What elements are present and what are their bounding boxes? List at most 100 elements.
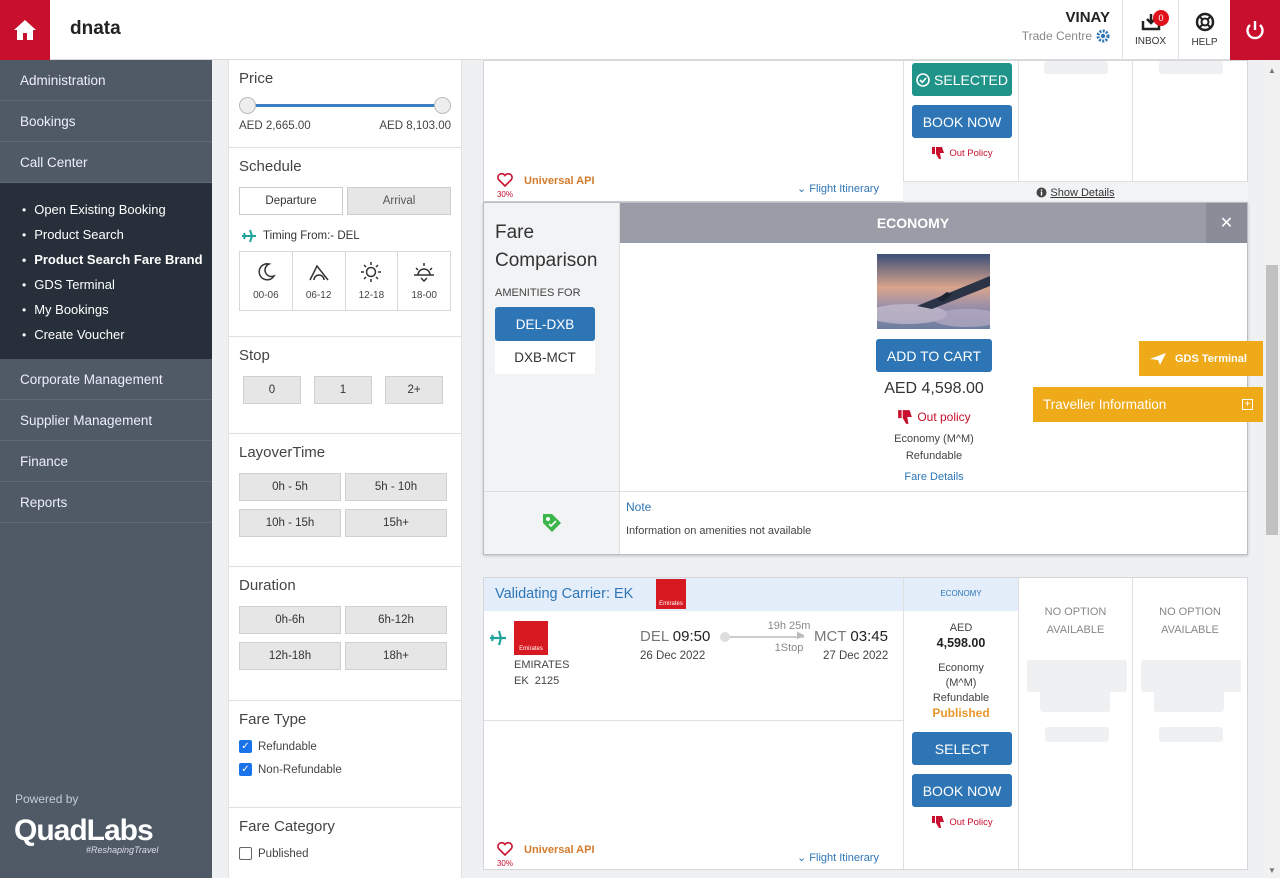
- help-button[interactable]: HELP: [1178, 0, 1230, 60]
- sidebar-item-finance[interactable]: Finance: [0, 441, 212, 482]
- user-menu[interactable]: VINAY Trade Centre: [1022, 9, 1110, 43]
- inbox-button[interactable]: INBOX 0: [1122, 0, 1178, 60]
- flight-itinerary-link[interactable]: ⌄ Flight Itinerary: [797, 182, 879, 195]
- fare-type-non-refundable[interactable]: ✓ Non-Refundable: [239, 763, 451, 776]
- placeholder-block: [1159, 61, 1223, 74]
- placeholder-block: [1141, 660, 1241, 692]
- airline-name: EMIRATES: [514, 659, 570, 671]
- sidebar-item-administration[interactable]: Administration: [0, 60, 212, 101]
- quadlabs-logo: QuadLabs: [14, 814, 154, 847]
- layover-option-10-15[interactable]: 10h - 15h: [239, 509, 341, 537]
- fare-class: Economy (M^M): [894, 433, 974, 445]
- checkbox-checked-icon[interactable]: ✓: [239, 740, 252, 753]
- brand-name: dnata: [70, 18, 121, 39]
- scroll-down-icon[interactable]: ▼: [1268, 866, 1276, 875]
- amenities-for-label: AMENITIES FOR: [495, 287, 581, 299]
- sidebar-item-call-center[interactable]: Call Center: [0, 142, 212, 183]
- info-icon: [1036, 187, 1047, 198]
- inbox-count-badge: 0: [1153, 10, 1169, 26]
- time-slot-12-18[interactable]: 12-18: [346, 252, 399, 310]
- show-details-link[interactable]: Show Details: [903, 181, 1248, 203]
- submenu-create-voucher[interactable]: Create Voucher: [22, 322, 212, 347]
- layover-option-0-5[interactable]: 0h - 5h: [239, 473, 341, 501]
- layover-option-15-plus[interactable]: 15h+: [345, 509, 447, 537]
- logout-button[interactable]: [1230, 0, 1280, 60]
- placeholder-block: [1044, 61, 1108, 74]
- time-slot-00-06[interactable]: 00-06: [240, 252, 293, 310]
- validating-carrier: Validating Carrier: EK: [495, 586, 634, 602]
- flight-itinerary-link[interactable]: ⌄ Flight Itinerary: [797, 851, 879, 864]
- route-tab-dxb-mct[interactable]: DXB-MCT: [495, 341, 595, 374]
- price-slider[interactable]: [239, 97, 451, 114]
- check-circle-icon: [916, 72, 930, 87]
- time-slot-18-00[interactable]: 18-00: [398, 252, 450, 310]
- selected-button[interactable]: SELECTED: [912, 63, 1012, 96]
- arrival-tab[interactable]: Arrival: [347, 187, 451, 215]
- tag-icon: [542, 514, 561, 532]
- departure-tab[interactable]: Departure: [239, 187, 343, 215]
- out-policy-indicator: Out Policy: [912, 146, 1012, 160]
- home-button[interactable]: [0, 0, 50, 60]
- duration-option-6-12[interactable]: 6h-12h: [345, 606, 447, 634]
- duration-option-18-plus[interactable]: 18h+: [345, 642, 447, 670]
- cabin-image: [877, 254, 990, 329]
- sidebar-item-reports[interactable]: Reports: [0, 482, 212, 523]
- note-text: Information on amenities not available: [626, 525, 812, 537]
- add-to-cart-button[interactable]: ADD TO CART: [876, 339, 992, 372]
- submenu-product-search-fare-brand[interactable]: Product Search Fare Brand: [22, 247, 212, 272]
- call-center-submenu: Open Existing Booking Product Search Pro…: [0, 183, 212, 359]
- arrival-date: 27 Dec 2022: [823, 650, 889, 662]
- submenu-product-search[interactable]: Product Search: [22, 222, 212, 247]
- out-policy-indicator: Out Policy: [912, 815, 1012, 829]
- placeholder-block: [1159, 727, 1223, 742]
- heart-icon: [497, 841, 513, 857]
- cabin-header: ECONOMY: [620, 203, 1206, 243]
- airplane-icon: [490, 630, 506, 646]
- stop-option-1[interactable]: 1: [314, 376, 372, 404]
- placeholder-block: [1027, 660, 1127, 692]
- sunrise-icon: [308, 264, 329, 280]
- fare-refund-status: Refundable: [905, 450, 963, 462]
- duration-option-12-18[interactable]: 12h-18h: [239, 642, 341, 670]
- price-filter-title: Price: [239, 70, 274, 87]
- arrival-time: MCT 03:45: [814, 628, 888, 645]
- layover-option-5-10[interactable]: 5h - 10h: [345, 473, 447, 501]
- duration-option-0-6[interactable]: 0h-6h: [239, 606, 341, 634]
- submenu-open-existing-booking[interactable]: Open Existing Booking: [22, 197, 212, 222]
- scroll-up-icon[interactable]: ▲: [1268, 66, 1276, 75]
- scrollbar-thumb[interactable]: [1266, 265, 1278, 535]
- cabin-label: ECONOMY: [940, 589, 982, 598]
- route-tab-del-dxb[interactable]: DEL-DXB: [495, 307, 595, 341]
- price-slider-min-handle[interactable]: [239, 97, 256, 114]
- book-now-button[interactable]: BOOK NOW: [912, 774, 1012, 807]
- price-slider-max-handle[interactable]: [434, 97, 451, 114]
- checkbox-empty-icon[interactable]: [239, 847, 252, 860]
- no-option-available: NO OPTION AVAILABLE: [1044, 606, 1107, 636]
- gds-terminal-button[interactable]: GDS Terminal: [1139, 341, 1263, 376]
- submenu-my-bookings[interactable]: My Bookings: [22, 297, 212, 322]
- sidebar-item-bookings[interactable]: Bookings: [0, 101, 212, 142]
- sidebar-item-supplier-management[interactable]: Supplier Management: [0, 400, 212, 441]
- fare-details-link[interactable]: Fare Details: [834, 471, 1034, 483]
- placeholder-block: [1154, 690, 1224, 712]
- submenu-gds-terminal[interactable]: GDS Terminal: [22, 272, 212, 297]
- traveller-information-button[interactable]: Traveller Information +: [1033, 387, 1263, 422]
- checkbox-checked-icon[interactable]: ✓: [239, 763, 252, 776]
- fare-comparison-title: Fare Comparison: [495, 222, 598, 271]
- thumbs-down-icon: [932, 147, 945, 159]
- results-panel: SELECTED BOOK NOW Out Policy Show Detail…: [462, 60, 1264, 878]
- fare-category-published[interactable]: Published: [239, 847, 451, 860]
- select-button[interactable]: SELECT: [912, 732, 1012, 765]
- stop-option-2-plus[interactable]: 2+: [385, 376, 443, 404]
- stop-option-0[interactable]: 0: [243, 376, 301, 404]
- gear-icon[interactable]: [1096, 29, 1110, 43]
- placeholder-block: [1045, 727, 1109, 742]
- fare-type-refundable[interactable]: ✓ Refundable: [239, 740, 451, 753]
- timing-from-label: Timing From:- DEL: [263, 230, 360, 242]
- time-slot-06-12[interactable]: 06-12: [293, 252, 346, 310]
- book-now-button[interactable]: BOOK NOW: [912, 105, 1012, 138]
- top-header: dnata VINAY Trade Centre INBOX 0 HELP: [0, 0, 1280, 60]
- sun-icon: [361, 261, 382, 282]
- sidebar-item-corporate-management[interactable]: Corporate Management: [0, 359, 212, 400]
- close-button[interactable]: ✕: [1206, 203, 1247, 243]
